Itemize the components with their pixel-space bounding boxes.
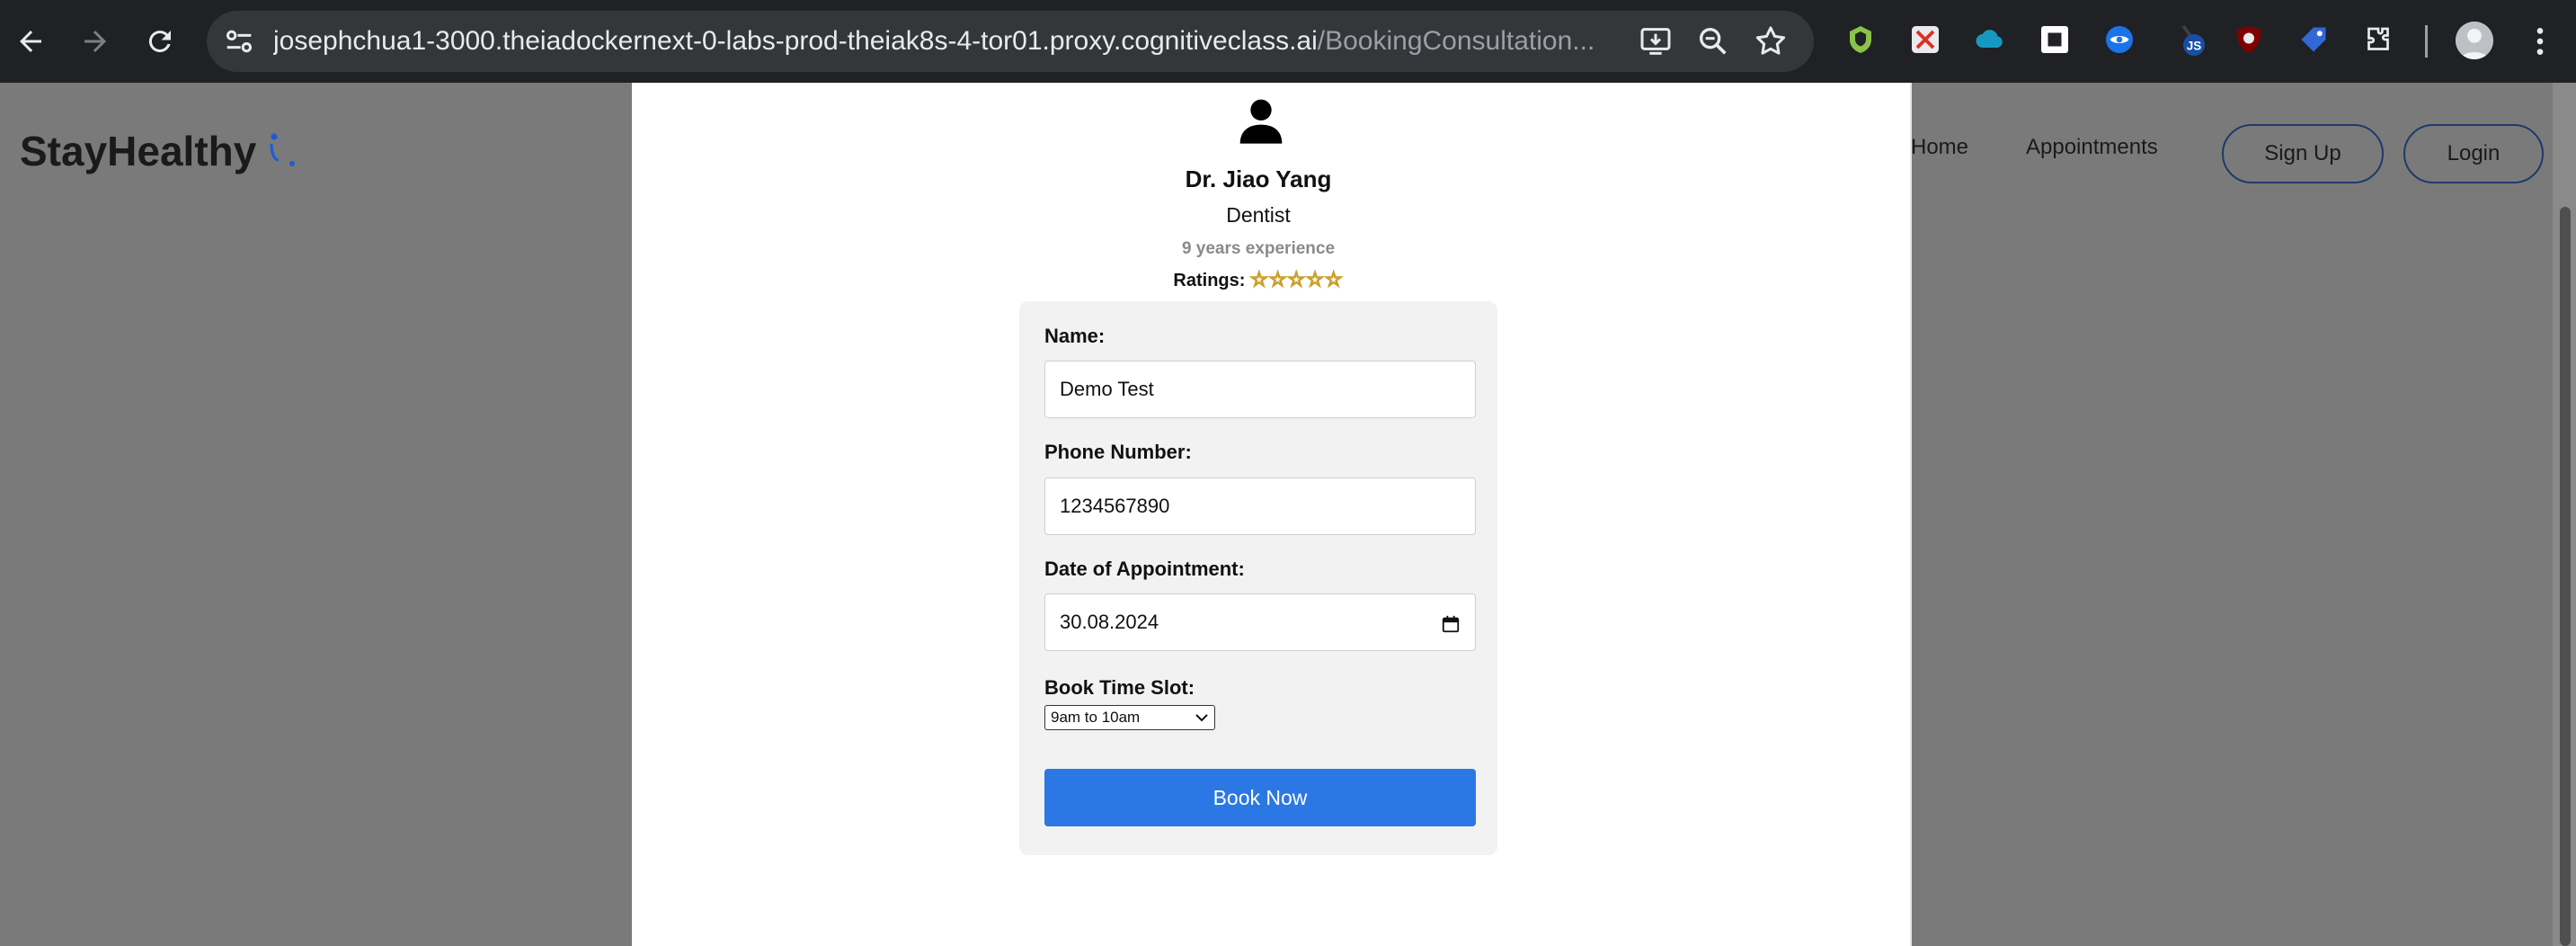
js-badge-text: JS	[2187, 39, 2202, 52]
bookmark-star-icon[interactable]	[1753, 23, 1789, 59]
extension-tools[interactable]	[1907, 22, 1943, 58]
zoom-icon[interactable]	[1695, 23, 1731, 59]
site-logo[interactable]: StayHealthy	[20, 124, 305, 178]
browser-toolbar: josephchua1-3000.theiadockernext-0-labs-…	[0, 0, 2576, 83]
calendar-icon[interactable]	[1441, 614, 1461, 634]
extension-ublock[interactable]	[2231, 22, 2267, 58]
install-app-icon[interactable]	[1638, 23, 1674, 59]
time-slot-label: Book Time Slot:	[1044, 676, 1195, 699]
cloud-extension-icon	[1976, 30, 2003, 49]
chevron-down-icon	[1195, 714, 1208, 722]
tools-extension-icon	[1912, 26, 1939, 53]
puzzle-icon	[2367, 27, 2389, 50]
logo-text: StayHealthy	[20, 128, 257, 174]
extension-eye[interactable]	[2101, 22, 2137, 58]
date-input[interactable]: 30.08.2024	[1044, 593, 1476, 651]
reload-button[interactable]	[137, 18, 183, 65]
doctor-specialty: Dentist	[1226, 203, 1291, 227]
arrow-left-icon	[20, 31, 41, 52]
phone-label: Phone Number:	[1044, 441, 1192, 463]
extension-shield[interactable]	[1843, 22, 1879, 58]
time-slot-value: 9am to 10am	[1051, 709, 1141, 726]
date-value: 30.08.2024	[1060, 611, 1159, 633]
book-now-button[interactable]: Book Now	[1044, 769, 1476, 826]
ratings-label: Ratings:	[1173, 271, 1246, 290]
toolbar-separator	[2425, 25, 2428, 58]
site-settings-icon[interactable]	[221, 23, 257, 59]
nav-appointments-link[interactable]: Appointments	[2026, 135, 2158, 160]
shield-extension-icon	[1850, 26, 1871, 53]
time-slot-select[interactable]: 9am to 10am	[1044, 705, 1215, 730]
js-extension-icon: JS	[2181, 24, 2205, 56]
forward-button[interactable]	[72, 18, 119, 65]
back-button[interactable]	[7, 18, 54, 65]
url-text: josephchua1-3000.theiadockernext-0-labs-…	[273, 11, 1801, 72]
doctor-ratings: Ratings: ☆☆☆☆☆	[632, 268, 1885, 291]
phone-input[interactable]: 1234567890	[1044, 477, 1476, 535]
reload-icon	[148, 31, 171, 53]
profile-avatar[interactable]	[2456, 22, 2493, 59]
person-icon	[2456, 22, 2493, 59]
name-input[interactable]: Demo Test	[1044, 361, 1476, 418]
name-label: Name:	[1044, 325, 1106, 347]
login-button[interactable]: Login	[2403, 124, 2544, 183]
address-bar[interactable]: josephchua1-3000.theiadockernext-0-labs-…	[207, 11, 1814, 72]
url-path: /BookingConsultation...	[1317, 26, 1595, 56]
extension-tag[interactable]	[2296, 22, 2332, 58]
extension-js[interactable]: JS	[2173, 22, 2209, 58]
signup-button[interactable]: Sign Up	[2222, 124, 2384, 183]
tag-extension-icon	[2301, 27, 2326, 52]
booking-modal: Dr. Jiao Yang Dentist 9 years experience…	[632, 83, 1912, 946]
stethoscope-icon	[270, 133, 296, 166]
nav-home-link[interactable]: Home	[1911, 135, 1968, 160]
ublock-shield-icon	[2236, 26, 2261, 53]
rating-stars: ☆☆☆☆☆	[1249, 268, 1344, 291]
arrow-right-icon	[84, 31, 106, 52]
scrollbar-thumb[interactable]	[2560, 207, 2571, 946]
doctor-name: Dr. Jiao Yang	[1185, 165, 1332, 192]
eye-extension-icon	[2106, 26, 2133, 53]
more-vertical-icon[interactable]	[2522, 22, 2558, 61]
extension-square[interactable]	[2037, 22, 2073, 58]
extension-salesforce[interactable]	[1972, 22, 2008, 58]
square-extension-icon	[2041, 26, 2068, 53]
extensions-menu-button[interactable]	[2360, 22, 2396, 58]
doctor-experience: 9 years experience	[1181, 239, 1336, 258]
date-label: Date of Appointment:	[1044, 558, 1245, 580]
url-host: josephchua1-3000.theiadockernext-0-labs-…	[273, 26, 1318, 56]
booking-form: Name: Demo Test Phone Number: 1234567890…	[1019, 301, 1497, 855]
doctor-avatar-icon	[1239, 99, 1283, 144]
